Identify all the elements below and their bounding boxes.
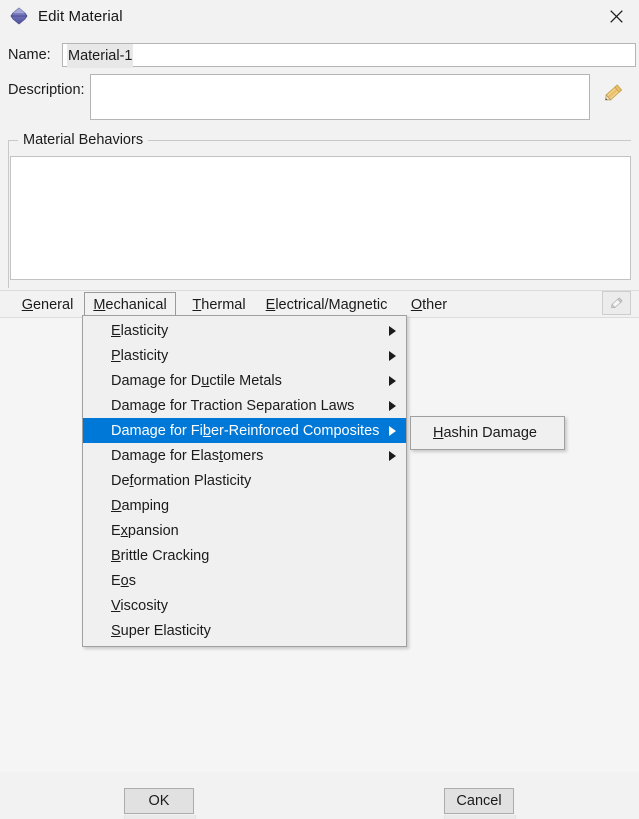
menu-item-elasticity-mnemonic: E xyxy=(111,322,121,339)
menu-item-expansion-label: pansion xyxy=(127,522,179,539)
description-input[interactable] xyxy=(90,74,590,120)
menu-item-damage-for-fiber-reinforced-composites[interactable]: Damage for Fiber-Reinforced Composites xyxy=(83,418,406,443)
menu-item-damage-for-traction-separation-laws-before: Dama xyxy=(111,397,150,414)
menu-item-plasticity-mnemonic: P xyxy=(111,347,121,364)
menu-item-brittle-cracking-mnemonic: B xyxy=(111,547,121,564)
menu-item-damage-for-fiber-reinforced-composites-label: er-Reinforced Composites xyxy=(210,422,380,439)
tab-mechanical-label: echanical xyxy=(105,296,167,313)
menu-item-eos-before: E xyxy=(111,572,121,589)
pencil-disabled-icon xyxy=(602,291,631,315)
tab-electrical-magnetic[interactable]: Electrical/Magnetic xyxy=(258,292,395,317)
menu-item-eos[interactable]: Eos xyxy=(83,568,406,593)
tab-electrical-magnetic-mnemonic: E xyxy=(265,296,276,313)
menu-item-damage-for-fiber-reinforced-composites-mnemonic: b xyxy=(202,422,211,439)
menu-item-deformation-plasticity-before: De xyxy=(111,472,130,489)
chevron-right-icon xyxy=(389,400,396,411)
menu-item-damage-for-elastomers-label: omers xyxy=(223,447,264,464)
menu-item-damage-for-elastomers-before: Damage for Elas xyxy=(111,447,219,464)
name-label: Name: xyxy=(8,47,51,63)
menu-item-expansion-before: E xyxy=(111,522,121,539)
menu-item-expansion-mnemonic: x xyxy=(120,522,128,539)
window-title: Edit Material xyxy=(38,7,123,25)
menu-item-deformation-plasticity-label: ormation Plasticity xyxy=(133,472,252,489)
mechanical-menu: Elasticity Plasticity Damage for Ductile… xyxy=(82,315,407,647)
menu-item-hashin-damage-label: ashin Damage xyxy=(443,424,537,441)
menu-item-viscosity-label: iscosity xyxy=(120,597,168,614)
menu-item-elasticity-label: lasticity xyxy=(120,322,169,339)
menu-item-damage-for-traction-separation-laws-mnemonic: g xyxy=(149,397,158,414)
pencil-icon[interactable] xyxy=(603,84,631,112)
abaqus-diamond-icon xyxy=(8,5,30,27)
description-row: Description: xyxy=(0,74,639,124)
menu-item-damage-for-traction-separation-laws-label: e for Traction Separation Laws xyxy=(157,397,355,414)
name-input-value: Material-1 xyxy=(67,44,134,68)
fiber-reinforced-composites-submenu: Hashin Damage xyxy=(410,416,565,450)
clipped-cancel-button-edge xyxy=(444,815,516,819)
menu-item-expansion[interactable]: Expansion xyxy=(83,518,406,543)
chevron-right-icon xyxy=(389,450,396,461)
title-bar: Edit Material xyxy=(0,0,639,32)
cancel-button[interactable]: Cancel xyxy=(444,788,514,814)
menu-item-damping-mnemonic: D xyxy=(111,497,122,514)
menu-item-brittle-cracking[interactable]: Brittle Cracking xyxy=(83,543,406,568)
tab-thermal-label: hermal xyxy=(201,296,246,313)
clipped-bottom-row xyxy=(0,815,639,819)
name-row: Name: Material-1 xyxy=(0,42,639,68)
menu-item-damping-label: amping xyxy=(121,497,170,514)
menu-item-damage-for-elastomers[interactable]: Damage for Elastomers xyxy=(83,443,406,468)
tab-general-label: eneral xyxy=(32,296,74,313)
tab-other-mnemonic: O xyxy=(410,296,423,313)
menu-item-plasticity-label: lasticity xyxy=(120,347,169,364)
material-behaviors-list[interactable] xyxy=(10,156,631,280)
tab-electrical-magnetic-label: lectrical/Magnetic xyxy=(275,296,388,313)
tab-general-mnemonic: G xyxy=(21,296,33,313)
material-behaviors-title: Material Behaviors xyxy=(18,132,149,148)
menu-item-hashin-damage-mnemonic: H xyxy=(433,424,444,441)
menu-item-elasticity[interactable]: Elasticity xyxy=(83,318,406,343)
tab-other[interactable]: Other xyxy=(404,292,454,317)
dialog-footer: OK Cancel xyxy=(0,772,639,819)
menu-item-eos-label: s xyxy=(128,572,136,589)
tab-mechanical[interactable]: Mechanical xyxy=(84,292,176,317)
tab-thermal[interactable]: Thermal xyxy=(185,292,253,317)
menu-item-plasticity[interactable]: Plasticity xyxy=(83,343,406,368)
tab-other-label: ther xyxy=(422,296,448,313)
menu-item-super-elasticity-mnemonic: S xyxy=(111,622,121,639)
name-input[interactable]: Material-1 xyxy=(62,43,636,68)
ok-button[interactable]: OK xyxy=(124,788,194,814)
tab-bar: General Mechanical Thermal Electrical/Ma… xyxy=(0,290,639,318)
menu-item-hashin-damage[interactable]: Hashin Damage xyxy=(411,420,564,445)
tab-general[interactable]: General xyxy=(14,292,81,317)
menu-item-viscosity-mnemonic: V xyxy=(111,597,121,614)
chevron-right-icon xyxy=(389,350,396,361)
menu-item-damage-for-ductile-metals[interactable]: Damage for Ductile Metals xyxy=(83,368,406,393)
chevron-right-icon xyxy=(389,375,396,386)
menu-item-eos-mnemonic: o xyxy=(120,572,129,589)
menu-item-damage-for-fiber-reinforced-composites-before: Damage for Fi xyxy=(111,422,203,439)
chevron-right-icon xyxy=(389,325,396,336)
menu-item-damage-for-traction-separation-laws[interactable]: Damage for Traction Separation Laws xyxy=(83,393,406,418)
tab-mechanical-mnemonic: M xyxy=(93,296,106,313)
menu-item-damage-for-ductile-metals-label: ctile Metals xyxy=(209,372,282,389)
description-label: Description: xyxy=(8,82,85,98)
menu-item-damage-for-ductile-metals-before: Damage for D xyxy=(111,372,202,389)
clipped-ok-button-edge xyxy=(124,815,196,819)
menu-item-viscosity[interactable]: Viscosity xyxy=(83,593,406,618)
menu-item-brittle-cracking-label: rittle Cracking xyxy=(120,547,210,564)
menu-item-super-elasticity-label: uper Elasticity xyxy=(120,622,211,639)
tab-thermal-mnemonic: T xyxy=(192,296,202,313)
menu-item-super-elasticity[interactable]: Super Elasticity xyxy=(83,618,406,643)
menu-item-deformation-plasticity[interactable]: Deformation Plasticity xyxy=(83,468,406,493)
close-icon[interactable] xyxy=(593,0,639,32)
chevron-right-icon xyxy=(389,425,396,436)
menu-item-damping[interactable]: Damping xyxy=(83,493,406,518)
